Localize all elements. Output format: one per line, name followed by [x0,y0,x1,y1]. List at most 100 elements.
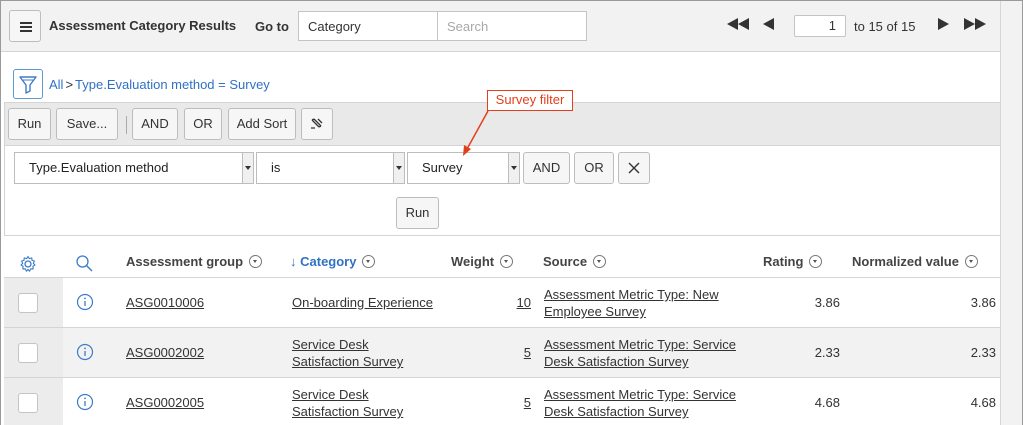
column-header-category[interactable]: ↓ Category [290,254,376,269]
hamburger-icon-line [20,30,32,32]
search-input[interactable] [437,11,587,41]
column-menu-icon[interactable] [964,255,978,268]
info-icon[interactable] [76,343,94,361]
save-button[interactable]: Save... [56,108,118,140]
source-line: Assessment Metric Type: Service [544,387,736,402]
close-icon [628,162,640,174]
list-view-frame: Assessment Category Results Go to Catego… [0,0,1023,425]
next-page-icon[interactable] [938,18,949,33]
sort-down-icon: ↓ [290,254,297,269]
row-select-cell [4,328,63,377]
column-header-rating[interactable]: Rating [763,254,823,269]
table-row: ASG0002005 Service Desk Satisfaction Sur… [4,378,1001,425]
row-checkbox[interactable] [18,293,38,313]
weight-link[interactable]: 5 [501,345,531,360]
chevron-down-icon [508,153,519,183]
category-link[interactable]: On-boarding Experience [292,295,433,310]
category-link[interactable]: Service Desk Satisfaction Survey [292,336,403,370]
goto-field-select[interactable]: Category [298,11,438,41]
goto-label: Go to [255,19,289,34]
rating-value: 4.68 [814,395,840,410]
chevron-down-icon [393,153,404,183]
condition-builder: Run Save... AND OR Add Sort Type.Evaluat… [4,102,1001,236]
search-icon[interactable] [75,254,94,273]
column-menu-icon[interactable] [362,255,376,268]
source-link[interactable]: Assessment Metric Type: New Employee Sur… [544,286,719,320]
add-sort-button[interactable]: Add Sort [228,108,296,140]
funnel-icon [19,76,37,94]
page-range-text: to 15 of 15 [854,19,916,34]
condition-operator-select[interactable]: is [256,152,405,184]
condition-run-button[interactable]: Run [396,197,439,229]
assessment-group-link[interactable]: ASG0002002 [126,345,204,360]
info-icon[interactable] [76,293,94,311]
weight-link[interactable]: 5 [501,395,531,410]
run-button[interactable]: Run [8,108,51,140]
filter-breadcrumb: All > Type.Evaluation method = Survey [49,77,270,92]
normalized-value: 3.86 [970,295,996,310]
remove-condition-button[interactable] [618,152,650,184]
category-link[interactable]: Service Desk Satisfaction Survey [292,386,403,420]
rating-value: 3.86 [814,295,840,310]
condition-field-select[interactable]: Type.Evaluation method [14,152,254,184]
column-menu-icon[interactable] [500,255,514,268]
column-header-weight[interactable]: Weight [451,254,514,269]
column-header-normalized-value[interactable]: Normalized value [852,254,978,269]
or-button[interactable]: OR [184,108,222,140]
column-header-source[interactable]: Source [543,254,607,269]
source-line: Desk Satisfaction Survey [544,404,689,419]
and-button[interactable]: AND [132,108,178,140]
column-header-assessment-group[interactable]: Assessment group [126,254,263,269]
condition-and-button[interactable]: AND [523,152,570,184]
breadcrumb-condition-link[interactable]: Type.Evaluation method = Survey [75,77,270,92]
gear-icon[interactable] [19,255,37,273]
hamburger-icon [20,22,32,24]
source-line: Assessment Metric Type: Service [544,337,736,352]
column-label: Assessment group [126,254,244,269]
chevron-down-icon [242,153,253,183]
table-row: ASG0010006 On-boarding Experience 10 Ass… [4,278,1001,328]
annotation-arrow [463,110,489,156]
last-page-icon[interactable] [964,18,986,33]
table-row: ASG0002002 Service Desk Satisfaction Sur… [4,328,1001,378]
source-link[interactable]: Assessment Metric Type: Service Desk Sat… [544,336,736,370]
column-menu-icon[interactable] [593,255,607,268]
condition-field-value: Type.Evaluation method [29,160,169,175]
assessment-group-link[interactable]: ASG0010006 [126,295,204,310]
assessment-group-link[interactable]: ASG0002005 [126,395,204,410]
category-line: Satisfaction Survey [292,354,404,369]
column-label: Normalized value [852,254,959,269]
column-menu-icon[interactable] [249,255,263,268]
condition-or-button[interactable]: OR [574,152,614,184]
table-header: Assessment group ↓ Category Weight Sourc… [4,238,1001,278]
weight-link[interactable]: 10 [501,295,531,310]
info-icon[interactable] [76,393,94,411]
column-label: Weight [451,254,495,269]
list-header: Assessment Category Results Go to Catego… [1,1,1001,52]
source-line: Employee Survey [544,304,646,319]
filter-toggle-button[interactable] [13,69,43,99]
page-number-input[interactable]: 1 [794,15,846,37]
condition-operator-value: is [271,160,281,175]
first-page-icon[interactable] [727,18,749,33]
normalized-value: 2.33 [970,345,996,360]
clear-filter-button[interactable] [301,108,333,140]
hamburger-menu-button[interactable] [9,10,41,42]
row-select-cell [4,278,63,327]
source-link[interactable]: Assessment Metric Type: Service Desk Sat… [544,386,736,420]
column-label: Source [543,254,588,269]
column-label: Category [300,254,357,269]
row-checkbox[interactable] [18,393,38,413]
row-select-cell [4,378,63,425]
category-line: Service Desk [292,337,369,352]
vertical-scrollbar[interactable] [1000,1,1022,425]
category-line: Satisfaction Survey [292,404,404,419]
source-line: Desk Satisfaction Survey [544,354,689,369]
row-checkbox[interactable] [18,343,38,363]
breadcrumb-all-link[interactable]: All [49,77,63,92]
category-line: On-boarding Experience [292,295,433,310]
column-menu-icon[interactable] [809,255,823,268]
hamburger-icon-line [20,26,32,28]
previous-page-icon[interactable] [763,18,774,33]
category-line: Service Desk [292,387,369,402]
